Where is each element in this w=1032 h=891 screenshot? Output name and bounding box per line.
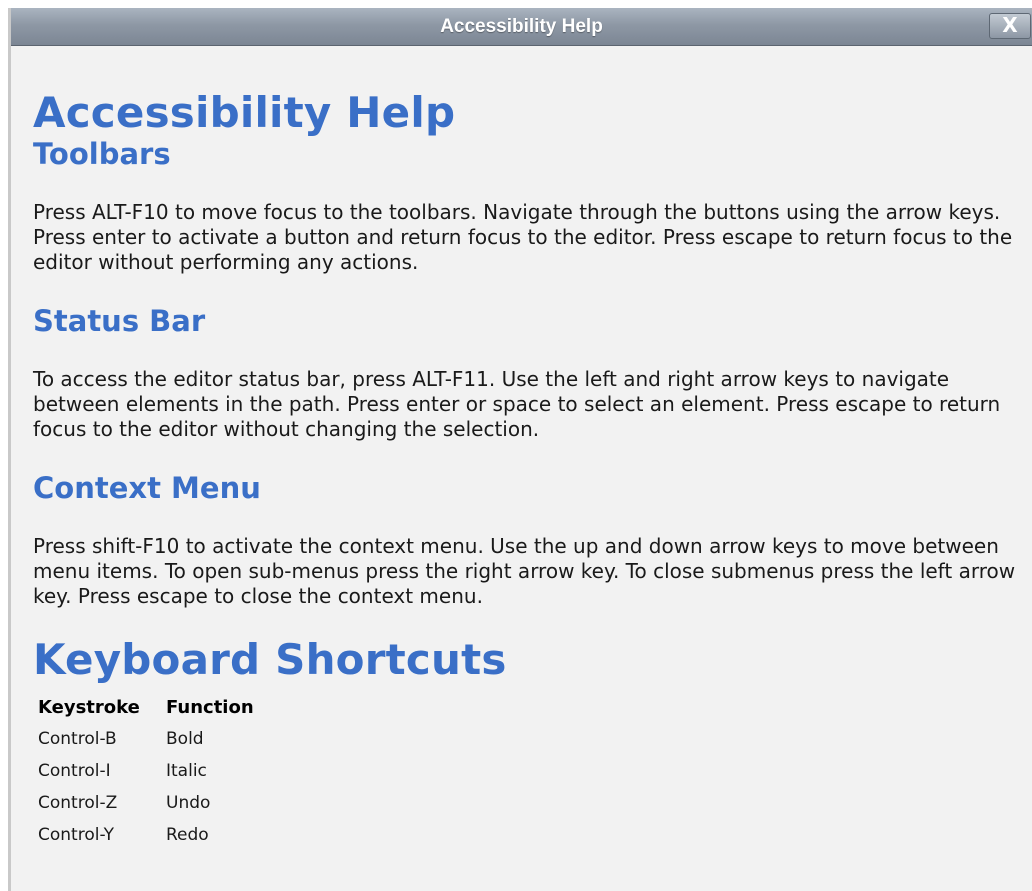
close-icon[interactable]: X	[989, 13, 1031, 39]
function-cell: Bold	[166, 729, 204, 749]
section-text-toolbars: Press ALT-F10 to move focus to the toolb…	[33, 200, 1013, 274]
dialog-title: Accessibility Help	[440, 16, 603, 37]
section-heading-context-menu: Context Menu	[33, 471, 261, 505]
column-header-keystroke: Keystroke	[38, 696, 140, 718]
function-cell: Italic	[166, 761, 207, 781]
function-cell: Redo	[166, 825, 209, 845]
keystroke-cell: Control-B	[38, 729, 117, 749]
section-heading-toolbars: Toolbars	[33, 137, 171, 171]
shortcuts-table: Keystroke Function Control-B Bold Contro…	[38, 693, 258, 851]
table-row: Control-I Italic	[38, 755, 258, 787]
table-row: Control-B Bold	[38, 723, 258, 755]
keystroke-cell: Control-I	[38, 761, 111, 781]
page-title: Accessibility Help	[33, 88, 456, 137]
keystroke-cell: Control-Z	[38, 793, 118, 813]
accessibility-help-dialog: Accessibility Help X Accessibility Help …	[8, 8, 1032, 891]
section-text-status-bar: To access the editor status bar, press A…	[33, 367, 1001, 441]
shortcuts-heading: Keyboard Shortcuts	[33, 635, 507, 684]
section-text-context-menu: Press shift-F10 to activate the context …	[33, 534, 1016, 608]
table-row: Control-Y Redo	[38, 819, 258, 851]
help-content: Accessibility Help Toolbars Press ALT-F1…	[11, 46, 1032, 891]
section-heading-status-bar: Status Bar	[33, 304, 206, 338]
keystroke-cell: Control-Y	[38, 825, 114, 845]
function-cell: Undo	[166, 793, 211, 813]
column-header-function: Function	[166, 696, 254, 718]
table-header-row: Keystroke Function	[38, 693, 258, 723]
dialog-titlebar[interactable]: Accessibility Help X	[11, 8, 1032, 46]
table-row: Control-Z Undo	[38, 787, 258, 819]
